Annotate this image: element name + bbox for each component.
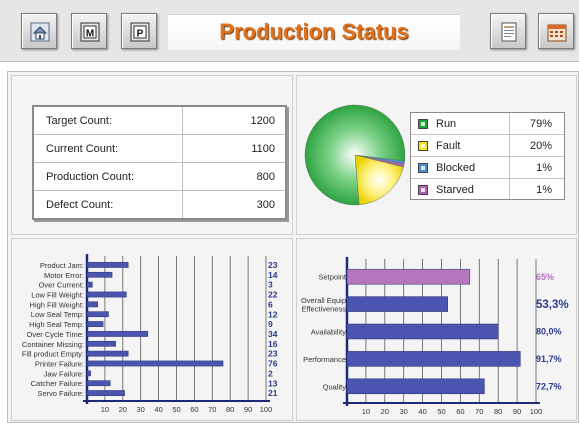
legend-value: 1%: [536, 184, 552, 196]
starved-swatch: [418, 185, 428, 195]
defect-count-row: Defect Count: 300: [34, 191, 285, 219]
m-button[interactable]: M: [71, 13, 107, 49]
home-button[interactable]: [21, 13, 57, 49]
report-button[interactable]: [490, 13, 526, 49]
title-band: Production Status: [168, 14, 460, 50]
oee-panel: [296, 238, 577, 421]
counts-table: Target Count: 1200 Current Count: 1100 P…: [32, 105, 287, 220]
legend-label: Run: [436, 118, 457, 130]
p-letter: P: [137, 29, 144, 40]
calendar-icon: [547, 24, 567, 42]
production-count-row: Production Count: 800: [34, 163, 285, 191]
fault-swatch: [418, 141, 428, 151]
legend-label: Blocked: [436, 162, 476, 174]
p-icon: P: [130, 22, 150, 42]
current-count-label: Current Count:: [46, 143, 119, 155]
current-count-value: 1100: [251, 143, 275, 155]
current-count-row: Current Count: 1100: [34, 135, 285, 163]
home-icon: [30, 22, 50, 42]
counts-panel: Target Count: 1200 Current Count: 1100 P…: [11, 75, 293, 235]
p-button[interactable]: P: [121, 13, 157, 49]
legend-value: 20%: [529, 140, 552, 152]
legend-value: 79%: [529, 118, 552, 130]
legend-value: 1%: [536, 162, 552, 174]
legend-row-starved: Starved 1%: [411, 179, 564, 201]
target-count-label: Target Count:: [46, 115, 113, 127]
legend-label: Starved: [436, 184, 474, 196]
status-legend: Run 79% Fault 20% Blocked 1% Starved 1%: [410, 112, 565, 200]
run-swatch: [418, 119, 428, 129]
target-count-value: 1200: [250, 115, 275, 127]
report-icon: [501, 22, 517, 42]
page-title: Production Status: [219, 19, 409, 44]
header-bar: M P Production Status: [0, 0, 579, 62]
m-letter: M: [86, 29, 94, 40]
legend-row-run: Run 79%: [411, 113, 564, 135]
legend-label: Fault: [436, 140, 461, 152]
legend-row-fault: Fault 20%: [411, 135, 564, 157]
defect-count-label: Defect Count:: [46, 199, 114, 211]
status-pie-chart: [304, 104, 406, 206]
calendar-button[interactable]: [538, 13, 574, 49]
defect-count-value: 300: [256, 199, 275, 211]
target-count-row: Target Count: 1200: [34, 107, 285, 135]
production-count-label: Production Count:: [46, 171, 135, 183]
faults-panel: [11, 238, 293, 421]
legend-row-blocked: Blocked 1%: [411, 157, 564, 179]
blocked-swatch: [418, 163, 428, 173]
m-icon: M: [80, 22, 100, 42]
production-count-value: 800: [256, 171, 275, 183]
